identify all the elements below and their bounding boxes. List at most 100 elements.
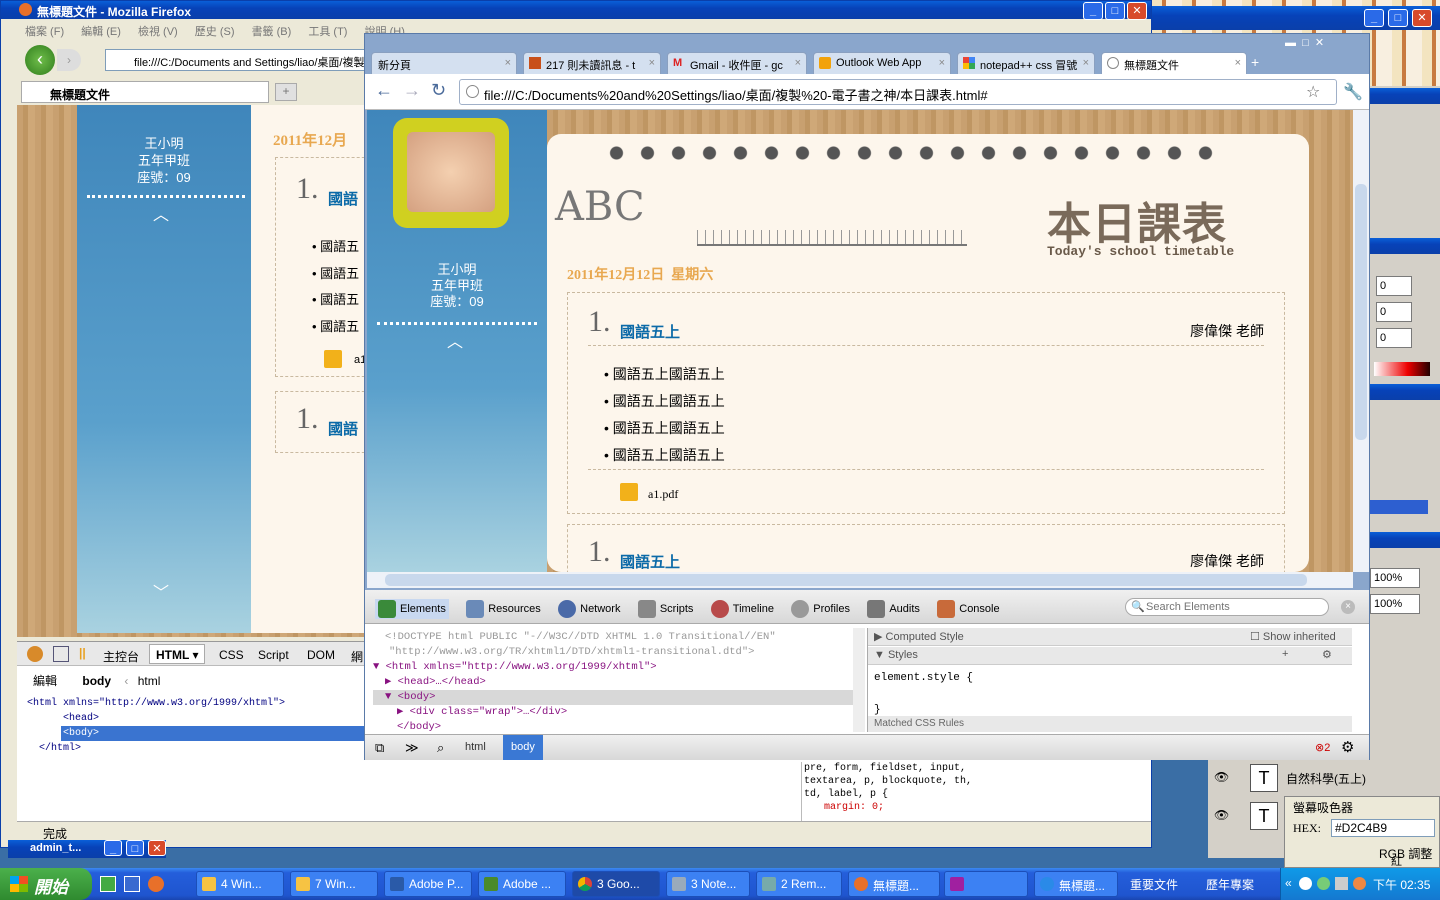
- dom-body[interactable]: ▼ <body>: [373, 690, 853, 705]
- maximize-button[interactable]: □: [1105, 2, 1125, 20]
- console-toggle-icon[interactable]: ≫: [405, 740, 419, 756]
- tab-google[interactable]: notepad++ css 冒號 ×: [957, 52, 1095, 74]
- dreamweaver-quicklaunch-icon[interactable]: [100, 876, 116, 892]
- vertical-scrollbar[interactable]: [1353, 110, 1369, 572]
- new-tab-button[interactable]: +: [1251, 54, 1259, 70]
- settings-gear-icon[interactable]: ⚙: [1341, 738, 1354, 756]
- scroll-down-icon[interactable]: ﹀: [153, 579, 169, 603]
- close-button[interactable]: ✕: [1127, 2, 1147, 20]
- tab-outlook[interactable]: Outlook Web App ×: [813, 52, 951, 74]
- star-icon[interactable]: ☆: [1306, 82, 1320, 102]
- tab-html[interactable]: HTML ▾: [149, 644, 206, 664]
- close-devtools-icon[interactable]: ×: [1341, 600, 1355, 614]
- tool-console[interactable]: Console: [937, 600, 1000, 618]
- tab-gmail[interactable]: M Gmail - 收件匣 - gc ×: [667, 52, 807, 74]
- taskbar-item-dreamweaver[interactable]: Adobe ...: [478, 871, 566, 897]
- close-button[interactable]: ✕: [1412, 9, 1432, 27]
- dom-html[interactable]: ▼ <html xmlns="http://www.w3.org/1999/xh…: [373, 660, 853, 675]
- tool-resources[interactable]: Resources: [466, 600, 541, 618]
- minimize-button[interactable]: _: [1083, 2, 1103, 20]
- back-icon[interactable]: ←: [375, 80, 393, 101]
- scroll-up-icon[interactable]: ︿: [153, 201, 169, 225]
- add-rule-icon[interactable]: +: [1282, 648, 1288, 660]
- menu-tools[interactable]: 工具 (T): [308, 26, 347, 38]
- tool-profiles[interactable]: Profiles: [791, 600, 850, 618]
- tray-icon[interactable]: [1299, 877, 1312, 890]
- tab-css[interactable]: CSS: [219, 648, 244, 662]
- edit-button[interactable]: 編輯: [33, 674, 57, 688]
- tray-icon[interactable]: [1335, 877, 1348, 890]
- tray-arrow-icon[interactable]: «: [1285, 876, 1292, 890]
- hex-input[interactable]: #D2C4B9: [1331, 819, 1435, 837]
- dock-icon[interactable]: ⧉: [375, 740, 384, 756]
- close-button[interactable]: ✕: [1315, 37, 1324, 49]
- search-elements-input[interactable]: [1125, 598, 1329, 616]
- taskbar-item-windows[interactable]: 4 Win...: [196, 871, 284, 897]
- taskbar-item-app[interactable]: [944, 871, 1028, 897]
- menu-edit[interactable]: 編輯 (E): [81, 26, 121, 38]
- opacity-field[interactable]: 100%: [1370, 568, 1420, 588]
- scroll-thumb[interactable]: [385, 574, 1307, 586]
- pause-icon[interactable]: ||: [79, 646, 86, 660]
- search-icon[interactable]: ⌕: [437, 740, 444, 756]
- tool-audits[interactable]: Audits: [867, 600, 920, 618]
- maximize-button[interactable]: □: [126, 840, 144, 856]
- menu-bookmarks[interactable]: 書籤 (B): [252, 26, 292, 38]
- lesson-title[interactable]: 國語五上: [620, 551, 680, 572]
- minimize-button[interactable]: _: [1364, 9, 1384, 27]
- browser-tab[interactable]: 無標題文件: [21, 81, 269, 103]
- value-field[interactable]: 0: [1376, 302, 1412, 322]
- tool-scripts[interactable]: Scripts: [637, 600, 693, 618]
- dom-head[interactable]: ▶ <head>…</head>: [373, 675, 853, 690]
- gear-icon[interactable]: ⚙: [1322, 648, 1332, 661]
- crumb-body[interactable]: body: [503, 735, 543, 760]
- visio-quicklaunch-icon[interactable]: [124, 876, 140, 892]
- tree-head[interactable]: <head>: [27, 711, 367, 726]
- firefox-quicklaunch-icon[interactable]: [148, 876, 164, 892]
- clock[interactable]: 下午 02:35: [1373, 876, 1430, 893]
- tab-plurk[interactable]: 217 則未讀訊息 - t ×: [523, 52, 661, 74]
- back-button[interactable]: ‹: [25, 45, 55, 75]
- taskbar-item-folders[interactable]: 7 Win...: [290, 871, 378, 897]
- horizontal-scrollbar[interactable]: [367, 572, 1353, 588]
- menu-history[interactable]: 歷史 (S): [195, 26, 235, 38]
- tool-network[interactable]: Network: [558, 600, 620, 618]
- forward-button[interactable]: ›: [57, 49, 81, 71]
- forward-icon[interactable]: →: [403, 80, 421, 101]
- scroll-thumb[interactable]: [1355, 184, 1367, 440]
- crumb-html[interactable]: html: [138, 674, 161, 688]
- fill-field[interactable]: 100%: [1370, 594, 1420, 614]
- omnibox[interactable]: file:///C:/Documents%20and%20Settings/li…: [459, 79, 1337, 105]
- lesson-title[interactable]: 國語五上: [620, 321, 680, 342]
- eye-icon[interactable]: 👁: [1214, 770, 1229, 784]
- scroll-up-icon[interactable]: ︿: [447, 328, 463, 352]
- element-style[interactable]: element.style { }: [874, 670, 973, 718]
- crumb-body[interactable]: body: [82, 674, 111, 688]
- taskbar-item-photoshop[interactable]: Adobe P...: [384, 871, 472, 897]
- maximize-button[interactable]: □: [1388, 9, 1408, 27]
- toolbar-important-docs[interactable]: 重要文件: [1130, 876, 1178, 893]
- tool-elements[interactable]: Elements: [375, 599, 449, 619]
- computed-style-header[interactable]: ▶ Computed Style ☐ Show inherited: [868, 628, 1352, 646]
- minimize-button[interactable]: ▬: [1285, 37, 1296, 49]
- tray-icon[interactable]: [1317, 877, 1330, 890]
- tab-dom[interactable]: DOM: [307, 648, 335, 662]
- lesson-title[interactable]: 國語: [328, 188, 358, 209]
- firebug-icon[interactable]: [27, 646, 43, 662]
- tab-script[interactable]: Script: [258, 648, 289, 662]
- lesson-title[interactable]: 國語: [328, 418, 358, 439]
- selected-layer[interactable]: [1370, 500, 1428, 514]
- taskbar-item-remote[interactable]: 2 Rem...: [756, 871, 842, 897]
- minimized-window[interactable]: admin_t... _ □ ✕: [8, 840, 166, 858]
- maximize-button[interactable]: □: [1302, 37, 1309, 49]
- layer-name[interactable]: 自然科學(五上): [1286, 770, 1366, 787]
- pdf-link[interactable]: a1.pdf: [648, 487, 678, 502]
- tab-console[interactable]: 主控台: [103, 648, 139, 665]
- minimize-button[interactable]: _: [104, 840, 122, 856]
- value-field[interactable]: 0: [1376, 276, 1412, 296]
- wrench-icon[interactable]: 🔧: [1343, 82, 1363, 102]
- start-button[interactable]: 開始: [0, 868, 92, 900]
- show-inherited-checkbox[interactable]: ☐ Show inherited: [1250, 630, 1336, 643]
- tray-icon[interactable]: [1353, 877, 1366, 890]
- close-button[interactable]: ✕: [148, 840, 166, 856]
